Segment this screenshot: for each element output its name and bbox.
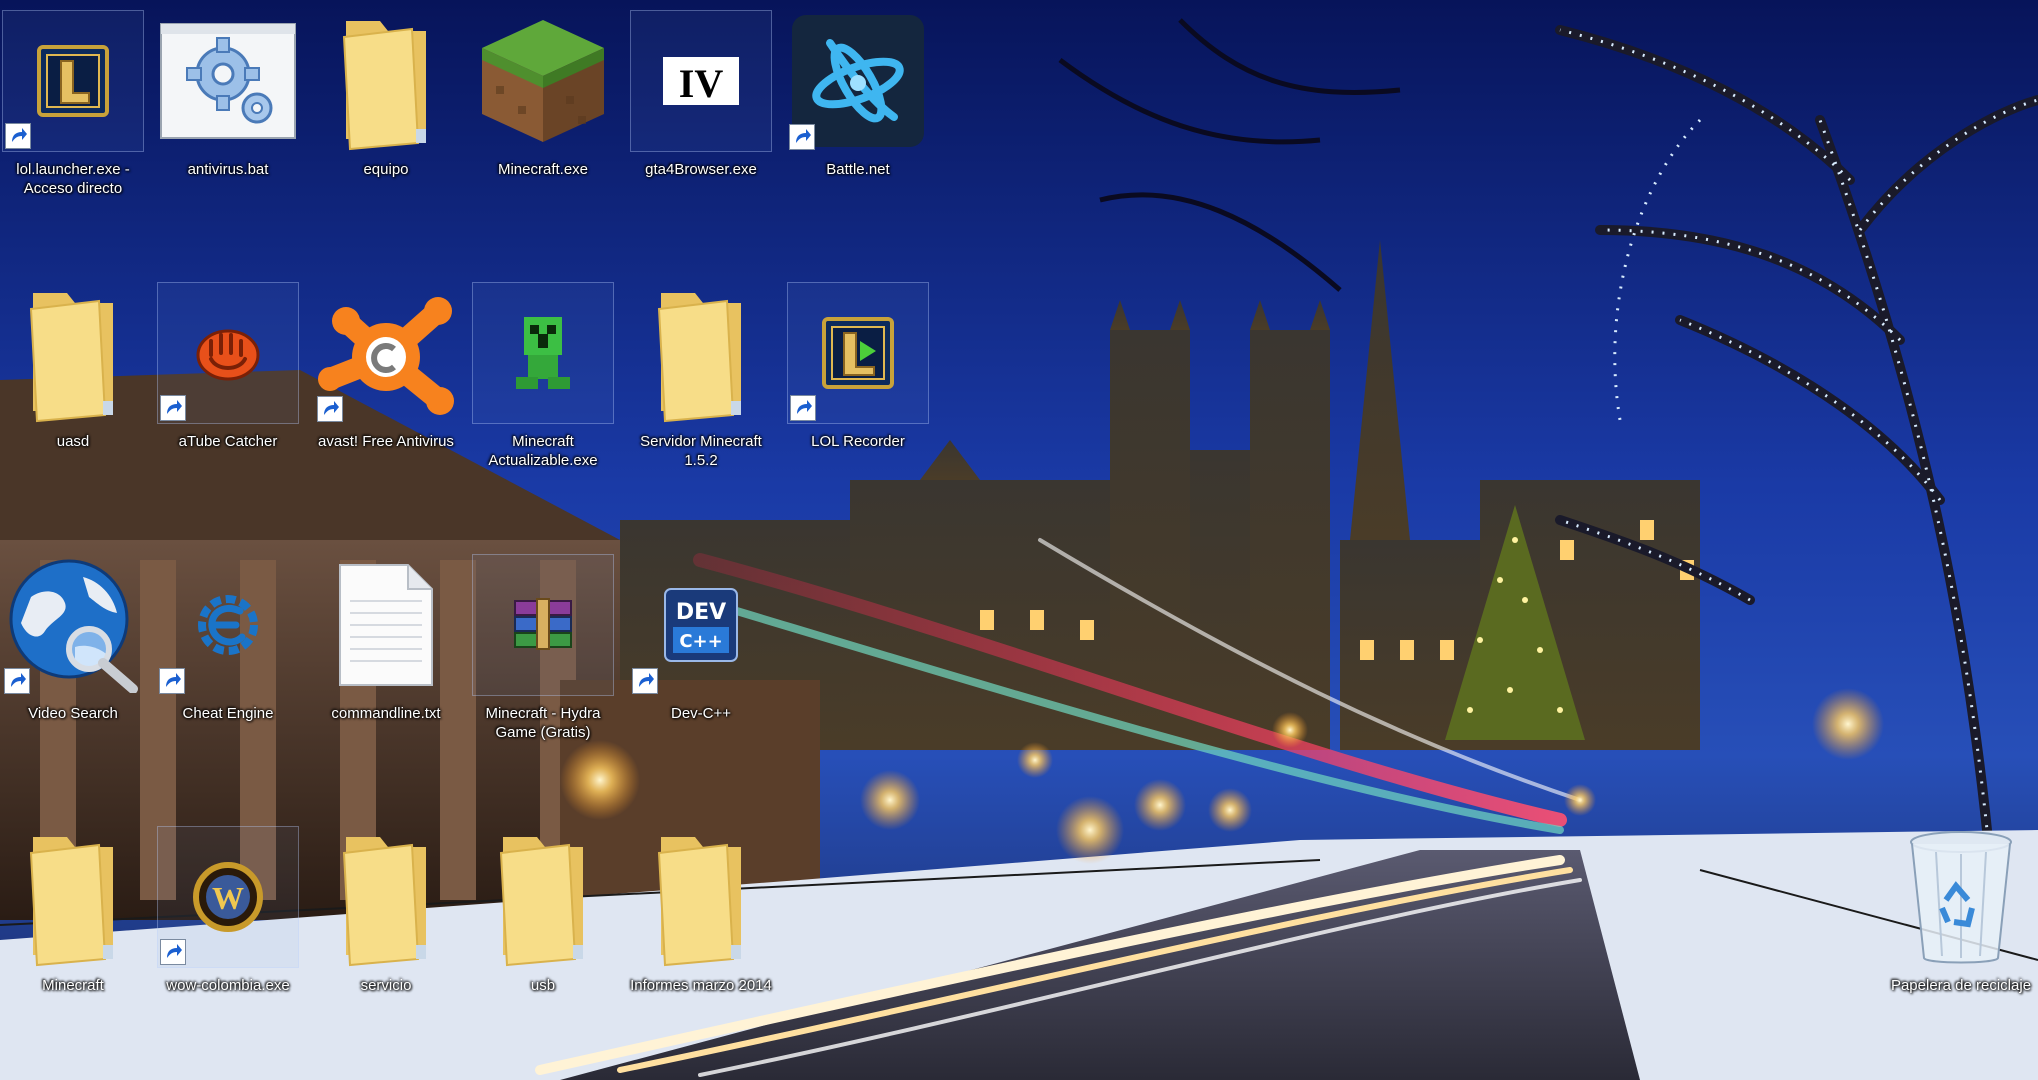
shortcut-arrow-icon [789,124,815,150]
desktop-icon-lol-recorder[interactable]: LOL Recorder [787,282,929,482]
desktop-icon-minecraft-actualizable[interactable]: Minecraft Actualizable.exe [472,282,614,482]
league-of-legends-icon [37,45,109,117]
creeper-icon [516,317,570,389]
folder-icon [29,293,113,423]
desktop-icon-label: Dev-C++ [670,705,732,722]
desktop-icon-folder-servicio[interactable]: servicio [315,826,457,1026]
desktop-icon-folder-minecraft[interactable]: Minecraft [2,826,144,1026]
desktop-icon-atube-catcher[interactable]: aTube Catcher [157,282,299,482]
desktop-icon-dev-cpp[interactable]: DEV C++ Dev-C++ [630,554,772,754]
desktop-icon-label: antivirus.bat [187,161,269,178]
shortcut-arrow-icon [159,668,185,694]
folder-icon [499,837,583,967]
shortcut-arrow-icon [160,939,186,965]
desktop-icon-lol-launcher[interactable]: lol.launcher.exe - Acceso directo [2,10,144,210]
desktop-icon-commandline-txt[interactable]: commandline.txt [315,554,457,754]
desktop-icon-label: Minecraft [42,977,104,994]
desktop-icon-minecraft-hydra[interactable]: Minecraft - Hydra Game (Gratis) [472,554,614,754]
desktop-icon-label: uasd [56,433,90,450]
desktop-icon-folder-uasd[interactable]: uasd [2,282,144,482]
svg-text:W: W [212,880,244,916]
desktop-icon-label: servicio [360,977,412,994]
gta-iv-icon: IV [663,57,739,106]
shortcut-arrow-icon [790,395,816,421]
atube-catcher-icon [196,329,260,381]
folder-icon [342,837,426,967]
svg-text:C++: C++ [679,631,722,652]
desktop-icon-label: equipo [363,161,409,178]
desktop-icon-label: Video Search [28,705,118,722]
winrar-archive-icon [514,598,572,650]
shortcut-arrow-icon [5,123,31,149]
shortcut-arrow-icon [4,668,30,694]
desktop-icon-label: Minecraft.exe [497,161,589,178]
recycle-bin-icon [1910,831,2012,964]
folder-icon [29,837,113,967]
dev-cpp-icon: DEV C++ [664,588,738,662]
desktop-icon-label: wow-colombia.exe [166,977,290,994]
desktop-icon-label: avast! Free Antivirus [318,433,454,450]
desktop-icon-folder-informes[interactable]: Informes marzo 2014 [630,826,772,1026]
desktop-icon-folder-servidor-minecraft[interactable]: Servidor Minecraft 1.5.2 [630,282,772,482]
desktop-icon-video-search[interactable]: Video Search [2,554,144,754]
desktop-icon-label: Battle.net [826,161,890,178]
svg-text:DEV: DEV [676,600,726,625]
desktop-icon-label: Cheat Engine [182,705,274,722]
desktop-icon-label: Servidor Minecraft 1.5.2 [640,433,762,469]
text-file-icon [339,564,433,686]
desktop-icon-label: usb [530,977,556,994]
folder-icon [342,21,426,151]
desktop-icon-folder-usb[interactable]: usb [472,826,614,1026]
shortcut-arrow-icon [632,668,658,694]
desktop-icon-label: LOL Recorder [811,433,905,450]
desktop-icon-label: lol.launcher.exe - Acceso directo [16,161,130,197]
shortcut-arrow-icon [160,395,186,421]
desktop-wallpaper [0,0,2038,1080]
desktop-icon-wow-colombia[interactable]: W wow-colombia.exe [157,826,299,1026]
lol-recorder-icon [822,317,894,389]
desktop-icon-folder-equipo[interactable]: equipo [315,10,457,210]
shortcut-arrow-icon [317,396,343,422]
batch-file-gear-icon [160,23,296,139]
desktop-icon-label: Minecraft - Hydra Game (Gratis) [485,705,601,741]
cheat-engine-icon [198,595,258,655]
minecraft-grass-block-icon [482,20,604,142]
desktop-icon-label: Papelera de reciclaje [1890,977,2032,994]
desktop-icon-antivirus-bat[interactable]: antivirus.bat [157,10,299,210]
desktop-icon-avast[interactable]: avast! Free Antivirus [315,282,457,482]
desktop-icon-cheat-engine[interactable]: Cheat Engine [157,554,299,754]
desktop-icon-gta4-browser[interactable]: IV gta4Browser.exe [630,10,772,210]
svg-text:IV: IV [679,61,724,106]
desktop-icon-label: Informes marzo 2014 [630,977,772,994]
desktop-icon-label: gta4Browser.exe [645,161,757,178]
desktop-icon-battle-net[interactable]: Battle.net [787,10,929,210]
folder-icon [657,837,741,967]
folder-icon [657,293,741,423]
desktop-icon-recycle-bin[interactable]: Papelera de reciclaje [1890,826,2032,1026]
world-of-warcraft-icon: W [193,862,263,932]
desktop-icon-label: aTube Catcher [178,433,278,450]
desktop-icon-label: Minecraft Actualizable.exe [488,433,598,469]
desktop-icon-minecraft-exe[interactable]: Minecraft.exe [472,10,614,210]
desktop-icon-label: commandline.txt [331,705,441,722]
